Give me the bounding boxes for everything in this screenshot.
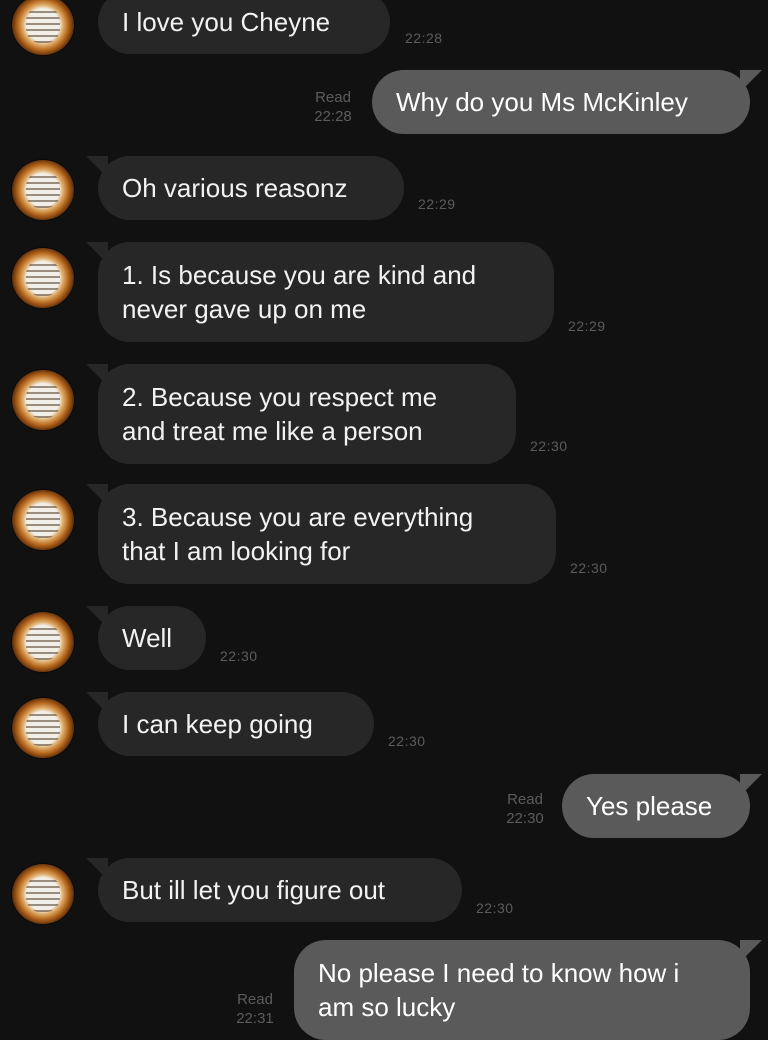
message-text: Well <box>122 623 173 653</box>
message-bubble-outgoing[interactable]: No please I need to know how i am so luc… <box>294 940 762 1040</box>
message-text: Why do you Ms McKinley <box>396 87 688 117</box>
message-line: and treat me like a person <box>122 416 423 446</box>
contact-avatar-icon[interactable] <box>12 160 74 220</box>
message-text: I can keep going <box>122 709 313 739</box>
message-text: But ill let you figure out <box>122 875 386 905</box>
message-timestamp: 22:30 <box>388 733 426 749</box>
contact-avatar-icon[interactable] <box>12 248 74 308</box>
message-line: that I am looking for <box>122 536 351 566</box>
message-text: I love you Cheyne <box>122 7 331 37</box>
message-bubble-incoming[interactable]: Oh various reasonz <box>86 156 404 220</box>
message-bubble-incoming[interactable]: I can keep going <box>86 692 374 756</box>
contact-avatar-icon[interactable] <box>12 698 74 758</box>
read-label: Read <box>507 791 543 808</box>
message-bubble-incoming[interactable]: Well <box>86 606 206 670</box>
message-bubble-incoming[interactable]: 3. Because you are everything that I am … <box>86 484 556 584</box>
message-timestamp: 22:29 <box>418 196 456 212</box>
message-line: 3. Because you are everything <box>122 502 474 532</box>
read-label: Read <box>315 89 351 106</box>
message-timestamp: 22:29 <box>568 318 606 334</box>
message-bubble-incoming[interactable]: 2. Because you respect me and treat me l… <box>86 364 516 464</box>
message-line: 1. Is because you are kind and <box>122 260 477 290</box>
read-receipt: Read 22:28 <box>304 88 362 126</box>
message-timestamp: 22:30 <box>530 438 568 454</box>
message-bubble-incoming[interactable]: But ill let you figure out <box>86 858 462 922</box>
message-text: Yes please <box>586 791 713 821</box>
message-timestamp: 22:28 <box>314 108 352 125</box>
message-line: No please I need to know how i <box>318 958 680 988</box>
message-timestamp: 22:30 <box>220 648 258 664</box>
message-bubble-outgoing[interactable]: Why do you Ms McKinley <box>372 70 762 134</box>
read-receipt: Read 22:30 <box>496 790 554 828</box>
contact-avatar-icon[interactable] <box>12 864 74 924</box>
message-timestamp: 22:30 <box>506 810 544 827</box>
message-line: never gave up on me <box>122 294 367 324</box>
message-timestamp: 22:30 <box>476 900 514 916</box>
message-line: am so lucky <box>318 992 456 1022</box>
message-text: Oh various reasonz <box>122 173 348 203</box>
message-line: 2. Because you respect me <box>122 382 438 412</box>
contact-avatar-icon[interactable] <box>12 490 74 550</box>
message-timestamp: 22:30 <box>570 560 608 576</box>
message-timestamp: 22:28 <box>405 30 443 46</box>
read-label: Read <box>237 991 273 1008</box>
contact-avatar-icon[interactable] <box>12 370 74 430</box>
message-bubble-outgoing[interactable]: Yes please <box>562 774 762 838</box>
message-timestamp: 22:31 <box>236 1010 274 1027</box>
message-bubble-incoming[interactable]: I love you Cheyne <box>98 0 390 54</box>
message-bubble-incoming[interactable]: 1. Is because you are kind and never gav… <box>86 242 554 342</box>
read-receipt: Read 22:31 <box>226 990 284 1028</box>
contact-avatar-icon[interactable] <box>12 612 74 672</box>
contact-avatar-icon[interactable] <box>12 0 74 55</box>
